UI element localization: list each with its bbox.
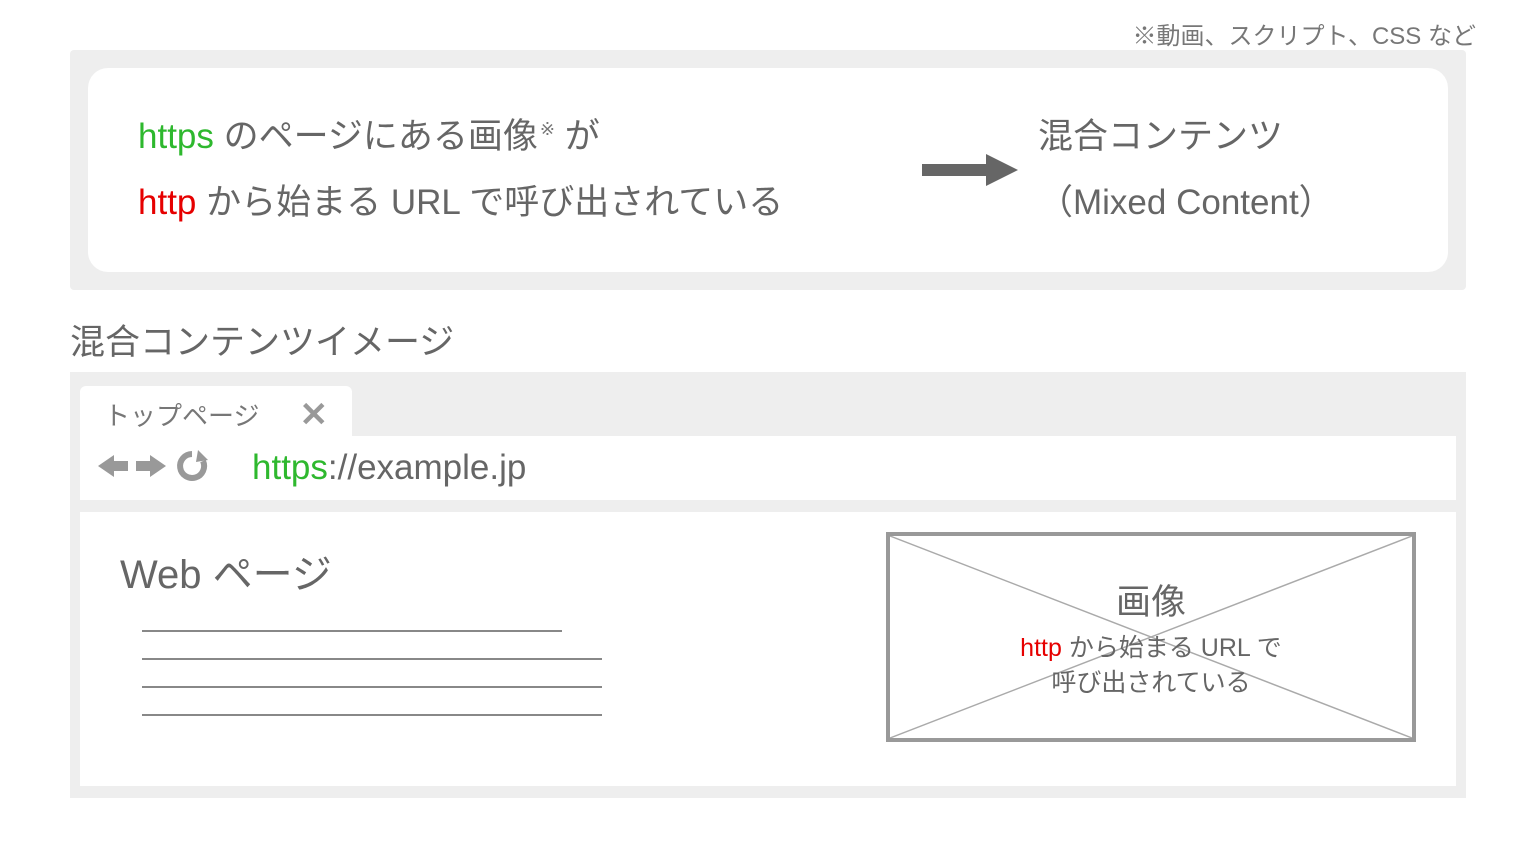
text-line — [142, 686, 602, 688]
url-scheme: https — [252, 448, 328, 487]
browser-tab[interactable]: トップページ ✕ — [80, 386, 352, 441]
refresh-icon[interactable] — [174, 448, 210, 489]
footnote-marker: ※ — [540, 119, 555, 139]
browser-frame: トップページ ✕ https://example.jp Web ページ — [70, 372, 1466, 798]
forward-icon[interactable] — [136, 453, 166, 484]
image-label: 画像 — [1116, 574, 1186, 625]
text-placeholder — [142, 630, 826, 716]
url-rest: ://example.jp — [328, 448, 526, 487]
result-line2: （Mixed Content） — [1038, 170, 1408, 237]
arrow-icon — [898, 150, 1038, 190]
explanation-card: https のページにある画像※ が http から始まる URL で呼び出され… — [88, 68, 1448, 272]
url-bar[interactable]: https://example.jp — [252, 448, 526, 488]
text-line — [142, 658, 602, 660]
http-label: http — [1020, 634, 1062, 662]
line1-suffix: が — [555, 117, 600, 156]
result-line1: 混合コンテンツ — [1038, 104, 1408, 171]
http-label: http — [138, 183, 196, 222]
page-heading: Web ページ — [120, 542, 826, 600]
explanation-panel: https のページにある画像※ が http から始まる URL で呼び出され… — [70, 50, 1466, 290]
page-content: Web ページ — [120, 532, 826, 766]
line1-rest: のページにある画像 — [214, 117, 538, 156]
image-sub-rest2: 呼び出されている — [1051, 669, 1250, 697]
image-subtext: http から始まる URL で 呼び出されている — [1020, 631, 1282, 701]
browser-toolbar: https://example.jp — [80, 436, 1456, 500]
image-placeholder: 画像 http から始まる URL で 呼び出されている — [886, 532, 1416, 742]
close-icon[interactable]: ✕ — [299, 398, 328, 432]
image-sub-rest1: から始まる URL で — [1062, 634, 1282, 662]
explanation-text: https のページにある画像※ が http から始まる URL で呼び出され… — [138, 104, 898, 237]
explanation-result: 混合コンテンツ （Mixed Content） — [1038, 104, 1408, 237]
line2-rest: から始まる URL で呼び出されている — [196, 183, 783, 222]
tab-label: トップページ — [104, 396, 259, 433]
section-title: 混合コンテンツイメージ — [70, 314, 454, 365]
back-icon[interactable] — [98, 453, 128, 484]
footnote-top: ※動画、スクリプト、CSS など — [1132, 16, 1476, 51]
https-label: https — [138, 117, 214, 156]
text-line — [142, 630, 562, 632]
page-area: Web ページ 画像 http から始まる URL で 呼び出されている — [80, 512, 1456, 786]
text-line — [142, 714, 602, 716]
